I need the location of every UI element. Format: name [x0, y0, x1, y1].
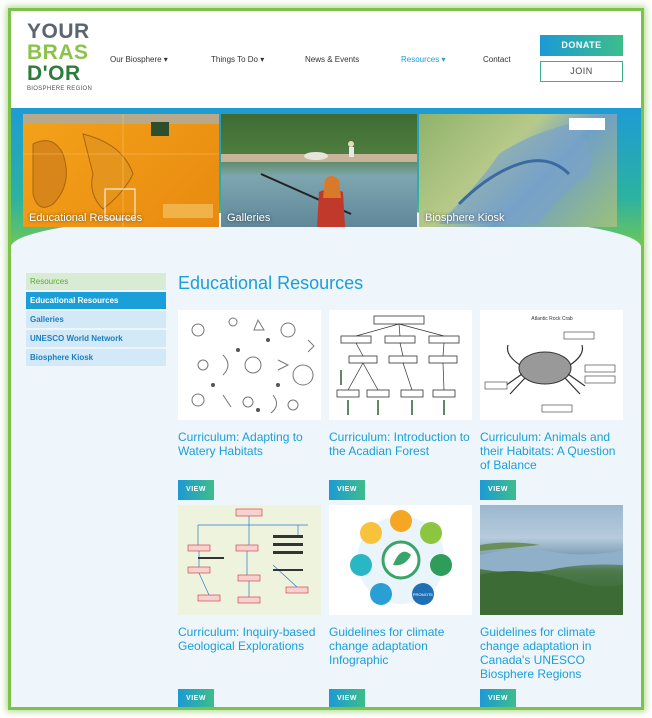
- sidebar-item-kiosk[interactable]: Biosphere Kiosk: [26, 349, 166, 366]
- card-image-acadian-forest[interactable]: [329, 310, 472, 420]
- logo-line-2: BRAS: [27, 41, 89, 64]
- page-title: Educational Resources: [178, 273, 364, 293]
- view-button-acadian-forest[interactable]: VIEW: [329, 480, 365, 500]
- forest-flowchart: [336, 315, 460, 415]
- education-map-image: [23, 114, 219, 227]
- sidebar-item-unesco[interactable]: UNESCO World Network: [26, 330, 166, 347]
- nav-resources[interactable]: Resources ▾: [401, 55, 445, 64]
- site-header: YOUR BRAS D'OR BIOSPHERE REGION Our Bios…: [11, 11, 641, 111]
- logo-tagline: BIOSPHERE REGION: [27, 86, 93, 92]
- sidebar-heading[interactable]: Resources: [26, 273, 166, 290]
- geology-flowchart: [187, 508, 309, 604]
- card-title-animals-habitats[interactable]: Curriculum: Animals and their Habitats: …: [480, 430, 623, 472]
- card-image-animals-habitats[interactable]: Atlantic Rock Crab: [480, 310, 623, 420]
- logo-line-3: D'OR: [27, 62, 81, 85]
- climate-infographic-wheel: PROMOTE: [350, 510, 452, 605]
- card-title-infographic[interactable]: Guidelines for climate change adaptation…: [329, 625, 472, 667]
- lake-landscape-photo: [480, 542, 623, 615]
- view-button-infographic[interactable]: VIEW: [329, 689, 365, 707]
- kiosk-map-image: [439, 118, 605, 224]
- view-button-animals-habitats[interactable]: VIEW: [480, 480, 516, 500]
- hero-label-galleries: Galleries: [227, 212, 271, 224]
- card-image-infographic[interactable]: PROMOTE: [329, 505, 472, 615]
- hero-label-educational: Educational Resources: [29, 212, 143, 224]
- nav-contact[interactable]: Contact: [483, 55, 511, 64]
- nav-things-to-do[interactable]: Things To Do ▾: [211, 55, 264, 64]
- view-button-watery-habitats[interactable]: VIEW: [178, 480, 214, 500]
- hero-label-kiosk: Biosphere Kiosk: [425, 212, 505, 224]
- nav-news-events[interactable]: News & Events: [305, 55, 359, 64]
- hero-tile-kiosk[interactable]: Biosphere Kiosk: [419, 114, 617, 227]
- sidebar-item-educational-resources[interactable]: Educational Resources: [26, 292, 166, 309]
- crab-diagram: Atlantic Rock Crab: [484, 316, 616, 413]
- kayak-photo: [221, 141, 417, 227]
- view-button-biosphere-regions[interactable]: VIEW: [480, 689, 516, 707]
- promote-label: PROMOTE: [413, 592, 434, 597]
- logo-line-1: YOUR: [27, 20, 90, 43]
- hero-tile-galleries[interactable]: Galleries: [221, 114, 417, 227]
- sidebar-item-galleries[interactable]: Galleries: [26, 311, 166, 328]
- join-button[interactable]: JOIN: [540, 61, 623, 82]
- nav-our-biosphere[interactable]: Our Biosphere ▾: [110, 55, 168, 64]
- card-image-geological[interactable]: [178, 505, 321, 615]
- plankton-sketch: [191, 317, 315, 414]
- card-title-biosphere-regions[interactable]: Guidelines for climate change adaptation…: [480, 625, 623, 681]
- card-title-geological[interactable]: Curriculum: Inquiry-based Geological Exp…: [178, 625, 321, 653]
- crab-diagram-title: Atlantic Rock Crab: [531, 316, 573, 322]
- card-image-watery-habitats[interactable]: [178, 310, 321, 420]
- card-title-watery-habitats[interactable]: Curriculum: Adapting to Watery Habitats: [178, 430, 321, 458]
- view-button-geological[interactable]: VIEW: [178, 689, 214, 707]
- page-frame: YOUR BRAS D'OR BIOSPHERE REGION Our Bios…: [8, 8, 644, 710]
- card-title-acadian-forest[interactable]: Curriculum: Introduction to the Acadian …: [329, 430, 472, 458]
- donate-button[interactable]: DONATE: [540, 35, 623, 56]
- site-logo[interactable]: YOUR BRAS D'OR BIOSPHERE REGION: [27, 21, 97, 92]
- hero-tile-educational[interactable]: Educational Resources: [23, 114, 219, 227]
- card-image-biosphere-regions[interactable]: [480, 505, 623, 615]
